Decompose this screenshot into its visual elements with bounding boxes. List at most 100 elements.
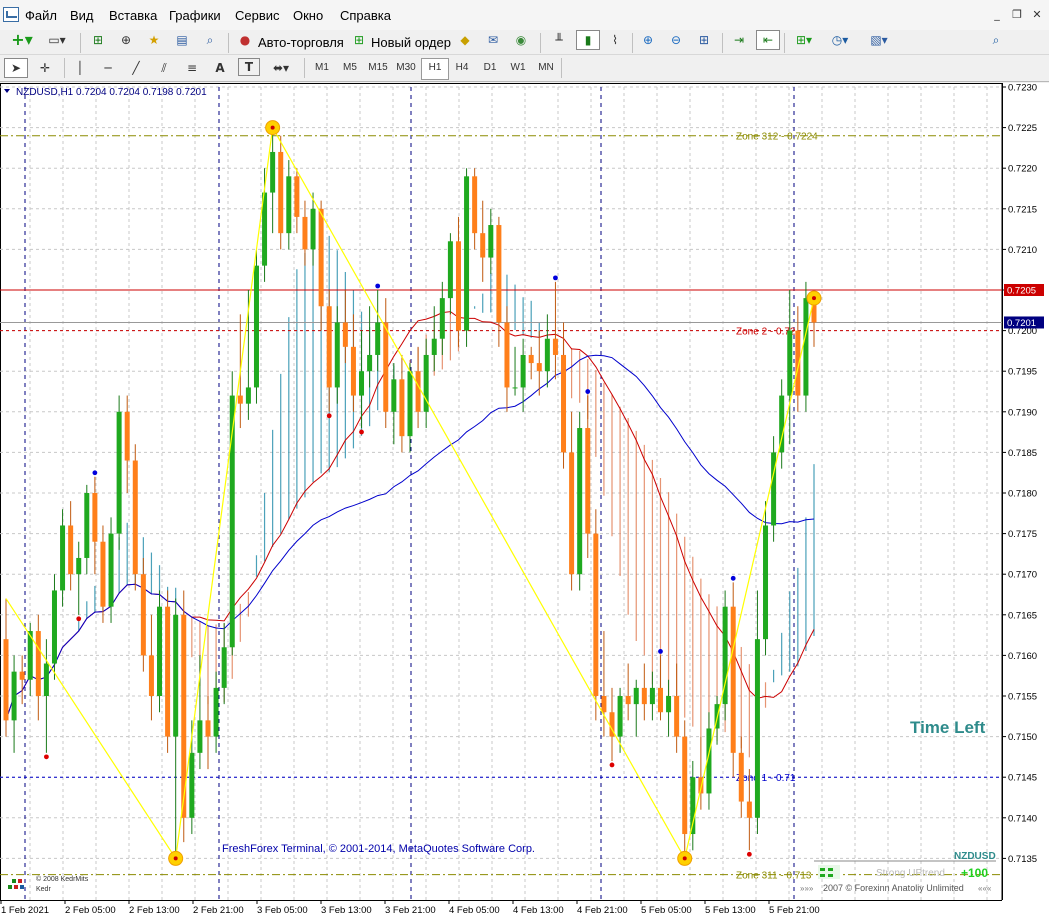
new-order-button[interactable]: Новый ордер — [371, 33, 451, 53]
timeframe-m30[interactable]: M30 — [393, 58, 419, 78]
candle[interactable] — [641, 663, 647, 721]
candle[interactable] — [657, 655, 663, 721]
new-order-icon[interactable]: ⊞ — [350, 30, 368, 50]
candle[interactable] — [754, 590, 760, 835]
candle[interactable] — [43, 639, 49, 753]
candle[interactable] — [302, 200, 308, 266]
candle[interactable] — [544, 314, 550, 388]
candle[interactable] — [391, 363, 397, 445]
timeframe-d1[interactable]: D1 — [477, 58, 503, 78]
candle[interactable] — [666, 679, 672, 737]
candle[interactable] — [593, 509, 599, 721]
timeframe-m5[interactable]: M5 — [337, 58, 363, 78]
candle[interactable] — [68, 501, 74, 591]
label-tool[interactable]: T — [238, 58, 260, 76]
fibonacci-icon[interactable]: ≡ — [182, 58, 202, 78]
chart-window[interactable]: Zone 312 - 0.7224 Zone 2 - 0.72 Zone 1 - 0… — [0, 83, 1049, 922]
menu-view[interactable]: Вид — [70, 8, 94, 24]
candle[interactable] — [383, 298, 389, 429]
templates-icon[interactable]: ▧▾ — [864, 30, 894, 50]
menu-charts[interactable]: Графики — [169, 8, 221, 24]
candle[interactable] — [698, 736, 704, 810]
candle[interactable] — [787, 290, 793, 445]
signals-icon[interactable]: ✉ — [483, 30, 503, 50]
candle[interactable] — [148, 614, 154, 721]
timeframe-w1[interactable]: W1 — [505, 58, 531, 78]
candle[interactable] — [455, 216, 461, 347]
strategy-tester-icon[interactable]: ⌕ — [200, 30, 220, 50]
equidistant-channel-icon[interactable]: ⫽ — [154, 58, 174, 78]
candle[interactable] — [84, 484, 90, 575]
auto-scroll-icon[interactable]: ⇥ — [728, 30, 750, 50]
candle[interactable] — [3, 598, 9, 737]
chart-collapse-icon[interactable] — [4, 89, 10, 93]
candle[interactable] — [625, 663, 631, 721]
menu-file[interactable]: Файл — [25, 8, 57, 24]
candle[interactable] — [213, 671, 219, 753]
market-icon[interactable]: ◉ — [511, 30, 531, 50]
candle[interactable] — [730, 582, 736, 778]
candle[interactable] — [35, 614, 41, 721]
new-chart-icon[interactable]: +▾ — [6, 30, 38, 50]
candle[interactable] — [253, 249, 259, 404]
autotrading-button[interactable]: Авто-торговля — [258, 33, 344, 53]
cursor-icon[interactable]: ➤ — [4, 58, 28, 78]
arrows-icon[interactable]: ⬌▾ — [266, 58, 296, 78]
candle[interactable] — [649, 671, 655, 721]
candle[interactable] — [447, 233, 453, 315]
search-icon[interactable]: ⌕ — [986, 30, 1006, 50]
candle[interactable] — [51, 574, 57, 680]
candle[interactable] — [132, 444, 138, 591]
candle[interactable] — [682, 720, 688, 859]
periods-icon[interactable]: ◷▾ — [826, 30, 854, 50]
candle[interactable] — [407, 363, 413, 453]
candle[interactable] — [116, 395, 122, 550]
timeframe-h4[interactable]: H4 — [449, 58, 475, 78]
candle[interactable] — [173, 598, 179, 859]
candle[interactable] — [278, 135, 284, 250]
candle[interactable] — [367, 306, 373, 388]
candle[interactable] — [342, 290, 348, 364]
horizontal-line-icon[interactable]: ─ — [98, 58, 118, 78]
chart-shift-icon[interactable]: ⇤ — [756, 30, 780, 50]
candle[interactable] — [165, 590, 171, 753]
candle[interactable] — [76, 541, 82, 615]
menu-insert[interactable]: Вставка — [109, 8, 157, 24]
timeframe-m1[interactable]: M1 — [309, 58, 335, 78]
candle[interactable] — [11, 655, 17, 753]
candle[interactable] — [738, 736, 744, 818]
candle[interactable] — [294, 168, 300, 234]
timeframe-h1[interactable]: H1 — [421, 58, 449, 80]
autotrading-icon[interactable]: ● — [236, 30, 254, 50]
restore-icon[interactable]: ❐ — [1010, 8, 1024, 22]
candle[interactable] — [318, 200, 324, 331]
timeframe-mn[interactable]: MN — [533, 58, 559, 78]
candle[interactable] — [140, 557, 146, 672]
menu-help[interactable]: Справка — [340, 8, 391, 24]
candle[interactable] — [334, 306, 340, 404]
text-tool[interactable]: A — [210, 58, 230, 78]
candle[interactable] — [205, 696, 211, 770]
candle[interactable] — [439, 281, 445, 355]
candle[interactable] — [763, 501, 769, 656]
candle[interactable] — [181, 590, 187, 843]
crosshair-icon[interactable]: ✛ — [34, 58, 56, 78]
candle[interactable] — [569, 411, 575, 591]
candlestick-icon[interactable]: ▮ — [576, 30, 600, 50]
trendline-icon[interactable]: ╱ — [126, 58, 146, 78]
candle[interactable] — [375, 290, 381, 372]
candle[interactable] — [399, 354, 405, 453]
close-icon[interactable]: ✕ — [1030, 8, 1044, 22]
candle[interactable] — [423, 338, 429, 429]
candle[interactable] — [536, 330, 542, 396]
candle[interactable] — [690, 760, 696, 851]
candle[interactable] — [722, 590, 728, 721]
profiles-icon[interactable]: ▭▾ — [42, 30, 72, 50]
candle[interactable] — [779, 379, 785, 469]
navigator-icon[interactable]: ★ — [144, 30, 164, 50]
candle[interactable] — [633, 679, 639, 737]
candle[interactable] — [609, 687, 615, 761]
candle[interactable] — [286, 160, 292, 250]
line-chart-icon[interactable]: ⌇ — [604, 30, 626, 50]
zoom-out-icon[interactable]: ⊖ — [666, 30, 686, 50]
